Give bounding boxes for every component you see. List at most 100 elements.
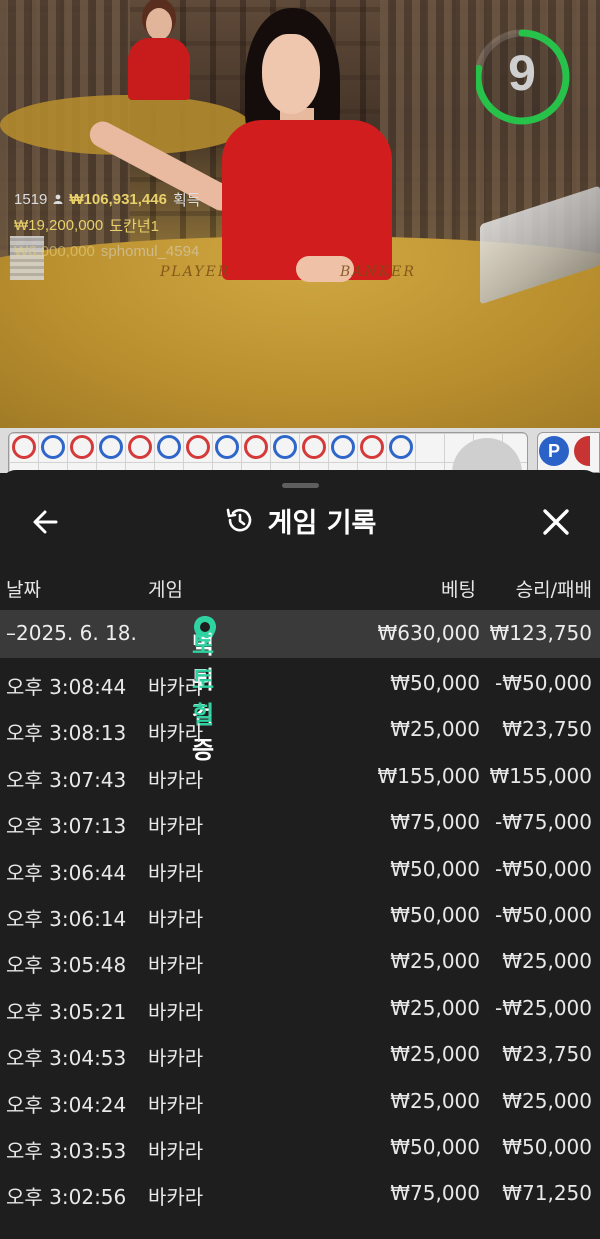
drag-handle[interactable] [282, 483, 319, 488]
panel-title: 게임 기록 [267, 507, 377, 539]
bet-feed-row: ₩6,000,000 sphomul_4594 [14, 238, 201, 264]
bead-road [8, 432, 528, 473]
table-row[interactable]: 오후 3:04:53 바카라 ₩25,000 ₩23,750 [0, 1033, 600, 1079]
column-result: 승리/패배 [515, 579, 592, 601]
road-scoreboard[interactable]: P [0, 428, 600, 488]
timer-value: 9 [508, 45, 536, 101]
bead-red [302, 435, 326, 459]
row-bet: ₩75,000 [390, 810, 480, 835]
row-time: 오후 3:04:53 [6, 1046, 127, 1071]
row-game: 바카라 [148, 999, 204, 1024]
bead-red [186, 435, 210, 459]
row-result: ₩25,000 [502, 949, 592, 974]
summary-result: ₩123,750 [489, 621, 592, 645]
row-game: 바카라 [148, 1092, 204, 1117]
close-button[interactable] [536, 502, 576, 542]
table-row[interactable]: 오후 3:08:13 바카라 ₩25,000 ₩23,750 [0, 708, 600, 754]
bead-blue [331, 435, 355, 459]
row-time: 오후 3:06:44 [6, 860, 127, 885]
row-game: 바카라 [148, 1185, 204, 1210]
table-row[interactable]: 오후 3:06:44 바카라 ₩50,000 -₩50,000 [0, 848, 600, 894]
table-row[interactable]: 오후 3:06:14 바카라 ₩50,000 -₩50,000 [0, 894, 600, 940]
live-video[interactable]: PLAYER BANKER 9 1519 ₩106,931,446 획득 ₩19… [0, 0, 600, 428]
column-date: 날짜 [6, 579, 41, 601]
row-result: -₩50,000 [495, 671, 592, 695]
bead-blue [157, 435, 181, 459]
row-result: -₩50,000 [495, 856, 592, 881]
row-bet: ₩25,000 [390, 949, 480, 974]
date-summary-row[interactable]: –2025. 6. 18. ₩630,000 ₩123,750 먹튀검증 토토힐 [0, 610, 600, 764]
bet-amount: ₩19,200,000 [14, 216, 104, 234]
row-result: -₩75,000 [495, 810, 592, 835]
row-bet: ₩155,000 [377, 763, 480, 788]
watermark: 먹튀검증 토토힐 [192, 614, 218, 764]
bet-user: sphomul_4594 [100, 242, 200, 260]
table-row[interactable]: 오후 3:03:53 바카라 ₩50,000 ₩50,000 [0, 1126, 600, 1172]
row-result: -₩50,000 [495, 902, 592, 927]
total-winnings: ₩106,931,446 [69, 190, 167, 208]
row-bet: ₩75,000 [390, 1181, 480, 1206]
table-label-player: PLAYER [160, 264, 231, 280]
close-icon [543, 509, 569, 535]
bet-user: 도칸년1 [109, 217, 159, 235]
row-result: -₩25,000 [495, 995, 592, 1020]
row-time: 오후 3:08:44 [6, 675, 127, 699]
column-game: 게임 [148, 579, 183, 601]
bet-feed: 1519 ₩106,931,446 획득 ₩19,200,000 도칸년1 ₩6… [14, 186, 201, 264]
table-row[interactable]: 오후 3:08:44 바카라 ₩50,000 -₩50,000 [0, 662, 600, 708]
row-time: 오후 3:07:43 [6, 767, 127, 792]
row-game: 바카라 [148, 721, 204, 746]
row-time: 오후 3:04:24 [6, 1092, 127, 1117]
background-dealer [128, 8, 190, 100]
row-time: 오후 3:08:13 [6, 721, 127, 746]
row-game: 바카라 [148, 860, 204, 885]
winnings-label: 획득 [172, 191, 201, 209]
row-game: 바카라 [148, 906, 204, 931]
row-time: 오후 3:05:21 [6, 999, 127, 1024]
player-count: 1519 [14, 190, 48, 208]
row-result: ₩50,000 [502, 1134, 592, 1159]
bead-red [244, 435, 268, 459]
app-screen: PLAYER BANKER 9 1519 ₩106,931,446 획득 ₩19… [0, 0, 600, 1239]
row-time: 오후 3:03:53 [6, 1138, 127, 1163]
table-row[interactable]: 오후 3:02:56 바카라 ₩75,000 ₩71,250 [0, 1172, 600, 1218]
row-result: ₩25,000 [502, 1088, 592, 1113]
table-label-banker: BANKER [340, 264, 416, 280]
table-row[interactable]: 오후 3:07:43 바카라 ₩155,000 ₩155,000 [0, 755, 600, 801]
row-game: 바카라 [148, 814, 204, 839]
row-time: 오후 3:07:13 [6, 814, 127, 839]
summary-bet: ₩630,000 [377, 621, 480, 645]
row-game: 바카라 [148, 1046, 204, 1071]
row-result: ₩71,250 [502, 1181, 592, 1206]
row-game: 바카라 [148, 1138, 204, 1163]
table-row[interactable]: 오후 3:05:48 바카라 ₩25,000 ₩25,000 [0, 940, 600, 986]
countdown-timer: 9 [476, 24, 576, 130]
history-list: 오후 3:08:44 바카라 ₩50,000 -₩50,000 오후 3:08:13 바카… [0, 662, 600, 1219]
row-bet: ₩25,000 [390, 1088, 480, 1113]
column-bet: 베팅 [441, 579, 476, 601]
panel-header: 게임 기록 [0, 500, 600, 540]
bet-feed-row: ₩19,200,000 도칸년1 [14, 212, 201, 238]
player-prediction-badge[interactable]: P [539, 436, 569, 466]
row-result: ₩155,000 [489, 763, 592, 788]
game-history-panel: 게임 기록 날짜 게임 베팅 승리/패배 –2025. 6. 18. ₩630,… [0, 470, 600, 1239]
table-row[interactable]: 오후 3:07:13 바카라 ₩75,000 -₩75,000 [0, 801, 600, 847]
bead-blue [389, 435, 413, 459]
dealer [85, 8, 430, 288]
table-row[interactable]: 오후 3:05:21 바카라 ₩25,000 -₩25,000 [0, 987, 600, 1033]
row-bet: ₩25,000 [390, 995, 480, 1020]
bead-blue [273, 435, 297, 459]
table-header: 날짜 게임 베팅 승리/패배 [0, 575, 600, 603]
table-row[interactable]: 오후 3:04:24 바카라 ₩25,000 ₩25,000 [0, 1080, 600, 1126]
user-icon [53, 194, 63, 204]
row-time: 오후 3:05:48 [6, 953, 127, 978]
row-result: ₩23,750 [502, 717, 592, 742]
row-bet: ₩50,000 [390, 856, 480, 881]
summary-date: –2025. 6. 18. [6, 621, 137, 645]
row-bet: ₩50,000 [390, 902, 480, 927]
history-icon [226, 508, 251, 532]
row-time: 오후 3:06:14 [6, 906, 127, 931]
bead-blue [99, 435, 123, 459]
row-bet: ₩50,000 [390, 1134, 480, 1159]
row-game: 바카라 [148, 767, 204, 792]
